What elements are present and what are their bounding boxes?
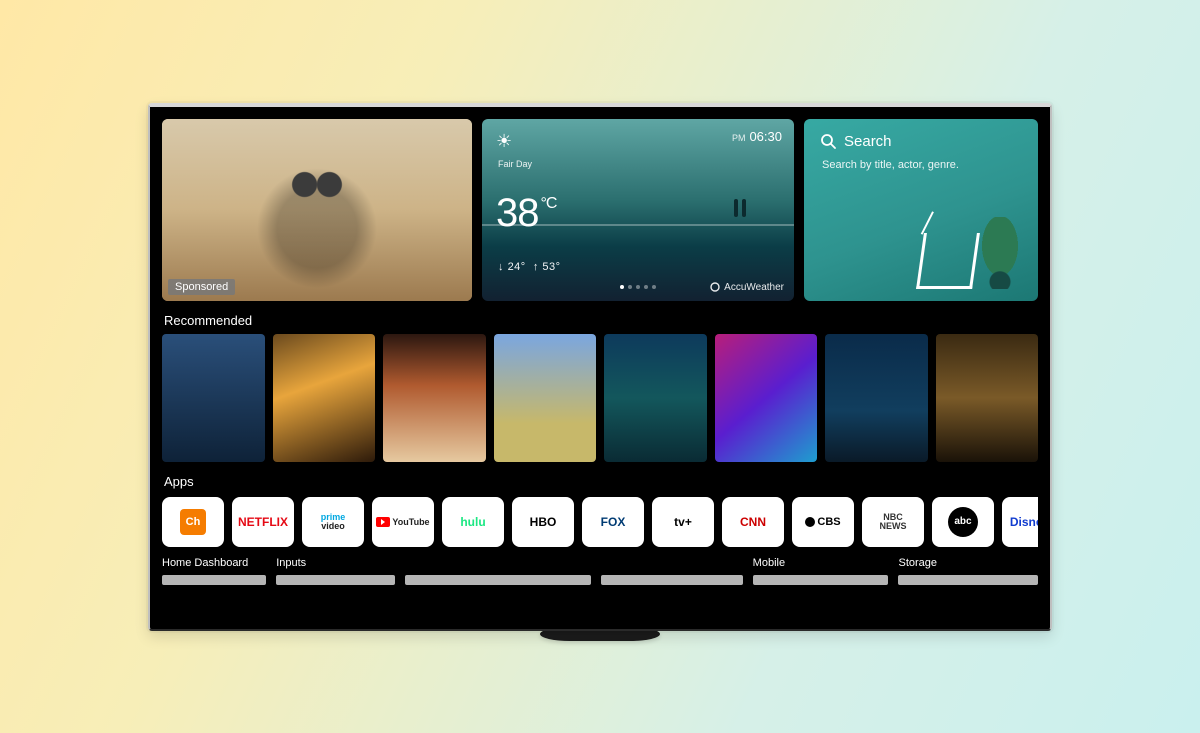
hero-row: Sponsored ☀︎ Fair Day 38°C ↓ 24° ↑ 53° P… xyxy=(162,119,1038,301)
apps-label: Apps xyxy=(164,474,1036,489)
app-tile-netflix[interactable]: NETFLIX xyxy=(232,497,294,547)
app-tile-hulu[interactable]: hulu xyxy=(442,497,504,547)
dashboard-tile[interactable] xyxy=(276,575,395,585)
pager-dot[interactable] xyxy=(644,285,648,289)
dashboard-label xyxy=(601,557,742,571)
app-label: HBO xyxy=(530,515,557,529)
app-tile-youtube[interactable]: YouTube xyxy=(372,497,434,547)
pager-dot[interactable] xyxy=(652,285,656,289)
weather-icon: ☀︎ xyxy=(496,131,512,152)
app-tile-cnn[interactable]: CNN xyxy=(722,497,784,547)
app-label: FOX xyxy=(601,515,626,529)
dashboard-tile[interactable] xyxy=(753,575,889,585)
search-card[interactable]: Search Search by title, actor, genre. xyxy=(804,119,1038,301)
app-tile-apple-tv-[interactable]: tv+ xyxy=(652,497,714,547)
plant-decor xyxy=(980,217,1020,289)
dashboard-item[interactable]: Storage xyxy=(898,557,1038,587)
clock-time: 06:30 xyxy=(749,129,782,144)
app-tile-nbc-news[interactable]: NBCNEWS xyxy=(862,497,924,547)
pager-dot[interactable] xyxy=(620,285,624,289)
recommended-row[interactable] xyxy=(162,334,1038,462)
dashboard-label: Mobile xyxy=(753,557,889,571)
app-tile-abc[interactable]: abc xyxy=(932,497,994,547)
pager-dot[interactable] xyxy=(628,285,632,289)
weather-condition: Fair Day xyxy=(498,159,532,169)
recommended-thumb[interactable] xyxy=(715,334,818,462)
weather-temp-unit: °C xyxy=(541,195,557,212)
weather-card[interactable]: ☀︎ Fair Day 38°C ↓ 24° ↑ 53° PM06:30 Acc… xyxy=(482,119,794,301)
weather-temp: 38°C xyxy=(496,191,556,236)
weather-provider: AccuWeather xyxy=(710,282,784,293)
dashboard-label xyxy=(405,557,591,571)
dashboard-item[interactable] xyxy=(405,557,591,587)
weather-pager[interactable] xyxy=(620,285,656,289)
clock: PM06:30 xyxy=(732,129,782,144)
app-label: hulu xyxy=(460,515,485,529)
chair-decor xyxy=(916,233,980,289)
recommended-thumb[interactable] xyxy=(494,334,597,462)
apps-row[interactable]: Ch NETFLIX primevideoYouTube hulu HBO FOX tv+… xyxy=(162,497,1038,547)
recommended-thumb[interactable] xyxy=(936,334,1039,462)
dashboard-tile[interactable] xyxy=(405,575,591,585)
search-title: Search xyxy=(844,133,892,150)
app-label: Disney+ xyxy=(1010,515,1038,529)
app-tile-prime-video[interactable]: primevideo xyxy=(302,497,364,547)
dashboard-row[interactable]: Home Dashboard Inputs Mobile Storage xyxy=(162,557,1038,587)
app-tile-disney-[interactable]: Disney+ xyxy=(1002,497,1038,547)
dashboard-label: Home Dashboard xyxy=(162,557,266,571)
sponsored-card[interactable]: Sponsored xyxy=(162,119,472,301)
dashboard-item[interactable]: Inputs xyxy=(276,557,395,587)
search-header: Search xyxy=(820,133,892,150)
recommended-thumb[interactable] xyxy=(162,334,265,462)
pager-dot[interactable] xyxy=(636,285,640,289)
recommended-thumb[interactable] xyxy=(273,334,376,462)
dashboard-item[interactable] xyxy=(601,557,742,587)
tv-frame: Sponsored ☀︎ Fair Day 38°C ↓ 24° ↑ 53° P… xyxy=(148,103,1052,631)
search-subtitle: Search by title, actor, genre. xyxy=(822,159,959,171)
dashboard-item[interactable]: Home Dashboard xyxy=(162,557,266,587)
recommended-thumb[interactable] xyxy=(825,334,928,462)
app-tile-hbo[interactable]: HBO xyxy=(512,497,574,547)
app-tile-lg-channels[interactable]: Ch xyxy=(162,497,224,547)
app-label: NETFLIX xyxy=(238,515,288,529)
accuweather-icon xyxy=(710,282,720,292)
app-tile-cbs[interactable]: CBS xyxy=(792,497,854,547)
home-screen: Sponsored ☀︎ Fair Day 38°C ↓ 24° ↑ 53° P… xyxy=(150,107,1050,629)
app-label: CNN xyxy=(740,515,766,529)
sponsored-badge: Sponsored xyxy=(168,279,235,295)
dashboard-tile[interactable] xyxy=(898,575,1038,585)
weather-temp-value: 38 xyxy=(496,191,539,235)
recommended-thumb[interactable] xyxy=(383,334,486,462)
weather-hilo: ↓ 24° ↑ 53° xyxy=(498,261,561,273)
recommended-label: Recommended xyxy=(164,313,1036,328)
app-tile-fox[interactable]: FOX xyxy=(582,497,644,547)
dashboard-label: Storage xyxy=(898,557,1038,571)
search-icon xyxy=(820,133,836,149)
recommended-thumb[interactable] xyxy=(604,334,707,462)
dashboard-item[interactable]: Mobile xyxy=(753,557,889,587)
dashboard-label: Inputs xyxy=(276,557,395,571)
clock-ampm: PM xyxy=(732,133,746,143)
dashboard-tile[interactable] xyxy=(162,575,266,585)
sponsored-artwork xyxy=(162,119,472,301)
dashboard-tile[interactable] xyxy=(601,575,742,585)
